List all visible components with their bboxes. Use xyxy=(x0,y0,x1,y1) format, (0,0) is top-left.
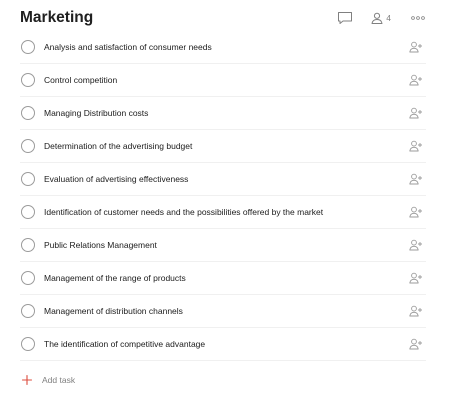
assign-person-plus-icon xyxy=(409,239,422,251)
comments-button[interactable] xyxy=(335,8,355,28)
task-item[interactable]: Control competition xyxy=(20,64,426,97)
assign-button[interactable] xyxy=(408,303,424,319)
task-item[interactable]: Management of distribution channels xyxy=(20,295,426,328)
task-item[interactable]: Managing Distribution costs xyxy=(20,97,426,130)
assign-person-plus-icon xyxy=(409,206,422,218)
person-icon xyxy=(371,12,383,24)
assign-person-plus-icon xyxy=(409,338,422,350)
assign-person-plus-icon xyxy=(409,74,422,86)
complete-task-checkbox[interactable] xyxy=(21,271,35,285)
task-item[interactable]: Management of the range of products xyxy=(20,262,426,295)
complete-task-checkbox[interactable] xyxy=(21,337,35,351)
task-item[interactable]: Public Relations Management xyxy=(20,229,426,262)
task-title[interactable]: The identification of competitive advant… xyxy=(44,339,408,349)
assign-person-plus-icon xyxy=(409,272,422,284)
complete-task-checkbox[interactable] xyxy=(21,172,35,186)
add-task-label: Add task xyxy=(42,375,76,385)
assign-button[interactable] xyxy=(408,138,424,154)
complete-task-checkbox[interactable] xyxy=(21,40,35,54)
assign-person-plus-icon xyxy=(409,140,422,152)
task-title[interactable]: Analysis and satisfaction of consumer ne… xyxy=(44,42,408,52)
assign-person-plus-icon xyxy=(409,173,422,185)
complete-task-checkbox[interactable] xyxy=(21,304,35,318)
task-title[interactable]: Public Relations Management xyxy=(44,240,408,250)
task-title[interactable]: Evaluation of advertising effectiveness xyxy=(44,174,408,184)
more-horizontal-icon xyxy=(411,16,425,20)
assign-button[interactable] xyxy=(408,204,424,220)
complete-task-checkbox[interactable] xyxy=(21,238,35,252)
task-item[interactable]: Identification of customer needs and the… xyxy=(20,196,426,229)
complete-task-checkbox[interactable] xyxy=(21,106,35,120)
task-list: Analysis and satisfaction of consumer ne… xyxy=(20,31,426,361)
assign-button[interactable] xyxy=(408,39,424,55)
project-title: Marketing xyxy=(20,9,94,26)
task-title[interactable]: Managing Distribution costs xyxy=(44,108,408,118)
task-title[interactable]: Management of the range of products xyxy=(44,273,408,283)
task-title[interactable]: Determination of the advertising budget xyxy=(44,141,408,151)
assign-button[interactable] xyxy=(408,105,424,121)
plus-icon xyxy=(21,374,33,386)
add-task-button[interactable]: Add task xyxy=(20,370,75,390)
assign-button[interactable] xyxy=(408,171,424,187)
assign-person-plus-icon xyxy=(409,41,422,53)
assign-person-plus-icon xyxy=(409,107,422,119)
task-title[interactable]: Control competition xyxy=(44,75,408,85)
comment-icon xyxy=(338,12,353,24)
assign-person-plus-icon xyxy=(409,305,422,317)
assign-button[interactable] xyxy=(408,72,424,88)
task-item[interactable]: The identification of competitive advant… xyxy=(20,328,426,361)
task-title[interactable]: Management of distribution channels xyxy=(44,306,408,316)
assign-button[interactable] xyxy=(408,237,424,253)
assign-button[interactable] xyxy=(408,270,424,286)
header-actions: 4 xyxy=(335,8,428,28)
complete-task-checkbox[interactable] xyxy=(21,139,35,153)
members-count: 4 xyxy=(386,13,391,23)
task-item[interactable]: Evaluation of advertising effectiveness xyxy=(20,163,426,196)
task-item[interactable]: Analysis and satisfaction of consumer ne… xyxy=(20,31,426,64)
task-item[interactable]: Determination of the advertising budget xyxy=(20,130,426,163)
complete-task-checkbox[interactable] xyxy=(21,205,35,219)
task-title[interactable]: Identification of customer needs and the… xyxy=(44,207,408,217)
more-options-button[interactable] xyxy=(408,8,428,28)
project-header: Marketing 4 xyxy=(20,6,428,30)
complete-task-checkbox[interactable] xyxy=(21,73,35,87)
assign-button[interactable] xyxy=(408,336,424,352)
members-button[interactable]: 4 xyxy=(371,8,391,28)
